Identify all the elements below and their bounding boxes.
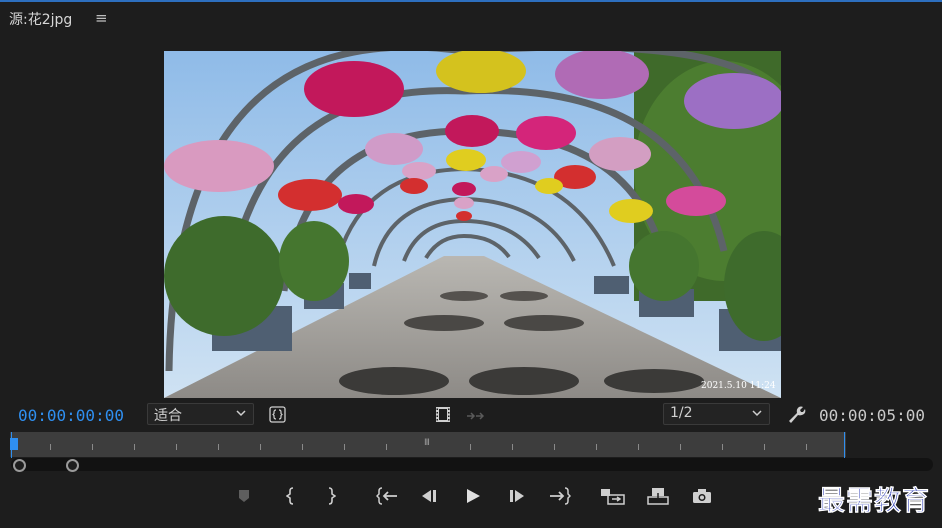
step-back-button[interactable] <box>416 484 442 508</box>
panel-header: 源:花2jpg ≡ <box>0 2 942 32</box>
add-marker-icon <box>239 490 249 502</box>
ruler-tick <box>512 444 513 450</box>
add-marker-button[interactable] <box>231 484 257 508</box>
transition-arrows-icon[interactable] <box>466 408 485 427</box>
ruler-tick <box>638 444 639 450</box>
out-point-marker <box>844 432 845 458</box>
mark-in-button[interactable] <box>278 484 304 508</box>
ruler-tick <box>50 444 51 450</box>
ruler-tick <box>386 444 387 450</box>
zoom-fit-select[interactable]: 适合 <box>147 403 254 425</box>
duration-timecode: 00:00:05:00 <box>819 406 925 425</box>
overwrite-button[interactable] <box>645 484 671 508</box>
current-timecode[interactable]: 00:00:00:00 <box>18 406 124 425</box>
mark-out-button[interactable] <box>318 484 344 508</box>
chevron-down-icon <box>751 407 763 423</box>
ruler-tick <box>722 444 723 450</box>
ruler-tick <box>470 444 471 450</box>
panel-menu-icon[interactable]: ≡ <box>95 9 108 27</box>
ruler-tick <box>344 444 345 450</box>
step-forward-button[interactable] <box>504 484 530 508</box>
zoom-scrollbar-left-handle[interactable] <box>13 459 26 472</box>
source-monitor-image[interactable]: 2021.5.10 11:24 <box>164 51 781 398</box>
ruler-tick <box>176 444 177 450</box>
mark-out-icon <box>328 487 336 505</box>
wrench-icon[interactable] <box>786 404 806 428</box>
ruler-tick <box>554 444 555 450</box>
zoom-scrollbar-right-handle[interactable] <box>66 459 79 472</box>
playback-resolution-value: 1/2 <box>670 405 693 421</box>
play-icon <box>467 489 480 503</box>
insert-icon <box>601 489 625 505</box>
safe-margins-icon[interactable] <box>269 406 286 427</box>
ruler-tick <box>260 444 261 450</box>
chevron-down-icon <box>235 407 247 423</box>
overwrite-icon <box>647 488 669 505</box>
ruler-tick <box>92 444 93 450</box>
ruler-tick <box>134 444 135 450</box>
insert-button[interactable] <box>600 484 626 508</box>
zoom-scrollbar[interactable] <box>11 458 933 471</box>
ruler-tick <box>806 444 807 450</box>
step-back-icon <box>422 490 436 502</box>
export-frame-button[interactable] <box>689 484 715 508</box>
mark-in-icon <box>286 487 294 505</box>
ruler-tick <box>218 444 219 450</box>
play-button[interactable] <box>460 484 486 508</box>
go-to-out-icon <box>550 487 571 505</box>
ruler-tick <box>302 444 303 450</box>
watermark-logo: 最需教育 <box>818 486 930 518</box>
camera-icon <box>693 489 711 503</box>
playback-resolution-select[interactable]: 1/2 <box>663 403 770 425</box>
go-to-in-icon <box>376 487 397 505</box>
ruler-tick <box>764 444 765 450</box>
panel-title: 源:花2jpg <box>9 12 73 28</box>
zoom-fit-value: 适合 <box>154 408 182 424</box>
playhead-handle[interactable] <box>10 438 18 450</box>
go-to-out-button[interactable] <box>547 484 573 508</box>
go-to-in-button[interactable] <box>374 484 400 508</box>
photo-date-stamp: 2021.5.10 11:24 <box>701 381 776 391</box>
ruler-tick <box>596 444 597 450</box>
ruler-center-mark: III <box>424 438 430 448</box>
film-strip-icon[interactable] <box>435 406 451 427</box>
step-forward-icon <box>510 490 524 502</box>
ruler-tick <box>680 444 681 450</box>
flower-arch-photo: 2021.5.10 11:24 <box>164 51 781 398</box>
